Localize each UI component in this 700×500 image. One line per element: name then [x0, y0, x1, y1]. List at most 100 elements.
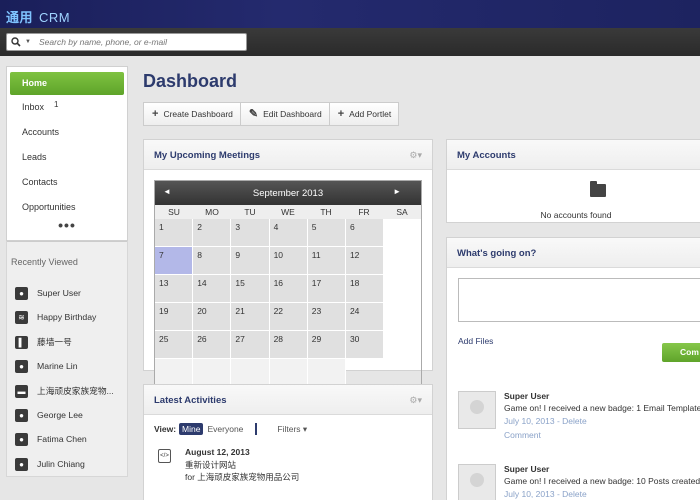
calendar-day[interactable]: 25 [155, 331, 194, 359]
calendar-day[interactable]: 26 [193, 331, 232, 359]
calendar-day[interactable]: 24 [345, 303, 385, 331]
user-icon: ● [15, 457, 28, 471]
view-mine-toggle[interactable]: Mine [179, 423, 204, 435]
nav-item-inbox[interactable]: Inbox 1 [7, 95, 127, 120]
calendar-month: September 2013 [252, 188, 324, 199]
inbox-count-badge: 1 [54, 100, 59, 109]
app-name: CRM [39, 10, 71, 25]
search-input[interactable] [39, 36, 239, 48]
portlet-title: Latest Activities [154, 395, 227, 406]
post-author[interactable]: Super User [504, 391, 549, 401]
calendar-day[interactable]: 6 [345, 219, 385, 247]
user-icon: ● [15, 433, 28, 447]
calendar-weekdays: SU MO TU WE TH FR SA [155, 205, 421, 219]
app-logo[interactable]: 通用 CRM [6, 7, 70, 26]
view-label: View: [154, 424, 177, 434]
post-date: July 10, 2013 [504, 416, 555, 426]
more-nav-icon[interactable]: ••• [7, 218, 127, 240]
gear-icon[interactable]: ⚙▾ [409, 150, 422, 161]
recently-viewed-title: Recently Viewed [7, 241, 127, 281]
post-author[interactable]: Super User [504, 464, 549, 474]
nav-item-accounts[interactable]: Accounts [7, 120, 127, 145]
calendar-day[interactable]: 8 [193, 247, 232, 275]
recent-item[interactable]: ▌ 藤墙一号 [7, 330, 127, 354]
gear-icon[interactable]: ⚙▾ [409, 395, 422, 406]
recent-item[interactable]: ● Julin Chiang [7, 452, 127, 476]
calendar-day[interactable]: 10 [269, 247, 308, 275]
sidebar: Home Inbox 1 Accounts Leads Contacts Opp… [6, 66, 128, 500]
calendar-day[interactable]: 19 [155, 303, 194, 331]
calendar-day[interactable]: 14 [193, 275, 232, 303]
calendar-day[interactable]: 21 [231, 303, 270, 331]
calendar-day[interactable]: 2 [193, 219, 232, 247]
calendar-day[interactable]: 28 [269, 331, 308, 359]
status-textarea[interactable] [458, 278, 700, 322]
portlet-header: What's going on? [447, 238, 700, 268]
plus-icon: + [152, 108, 159, 120]
layers-icon: ≋ [15, 311, 28, 325]
calendar-day[interactable]: 12 [345, 247, 385, 275]
avatar[interactable] [458, 391, 496, 429]
create-dashboard-button[interactable]: + Create Dashboard [143, 102, 241, 126]
calendar-day[interactable]: 17 [307, 275, 346, 303]
search-box[interactable]: ▼ [6, 33, 247, 51]
delete-link[interactable]: Delete [562, 416, 587, 426]
calendar-day[interactable]: 13 [155, 275, 194, 303]
upcoming-meetings-portlet: My Upcoming Meetings ⚙▾ ◄ September 2013… [143, 139, 433, 388]
post-meta: July 10, 2013 - Delete [504, 416, 587, 426]
calendar: ◄ September 2013 ► SU MO TU WE TH FR SA 123456… [154, 180, 422, 388]
portlet-header: Latest Activities ⚙▾ [144, 385, 432, 415]
filters-dropdown[interactable]: Filters ▾ [277, 424, 307, 435]
calendar-day[interactable]: 18 [345, 275, 385, 303]
recent-item[interactable]: ● Marine Lin [7, 354, 127, 378]
recent-item-label: Super User [37, 288, 81, 298]
search-scope-caret-icon[interactable]: ▼ [25, 39, 31, 45]
calendar-day[interactable]: 30 [345, 331, 385, 359]
nav-item-opportunities[interactable]: Opportunities [7, 195, 127, 220]
next-month-icon[interactable]: ► [393, 187, 401, 196]
nav-item-home[interactable]: Home [10, 72, 124, 95]
calendar-day[interactable]: 4 [269, 219, 308, 247]
recent-item[interactable]: ● Fatima Chen [7, 427, 127, 451]
view-everyone-toggle[interactable]: Everyone [207, 424, 243, 434]
calendar-day[interactable]: 29 [307, 331, 346, 359]
post-text: Game on! I received a new badge: 1 Email… [504, 403, 700, 413]
calendar-day[interactable]: 27 [231, 331, 270, 359]
calendar-day[interactable]: 16 [269, 275, 308, 303]
comment-button[interactable]: Com [662, 343, 700, 362]
recent-item[interactable]: ● George Lee [7, 403, 127, 427]
delete-link[interactable]: Delete [562, 489, 587, 499]
nav-item-leads[interactable]: Leads [7, 145, 127, 170]
recent-item-label: Happy Birthday [37, 312, 97, 323]
portlet-header: My Upcoming Meetings ⚙▾ [144, 140, 432, 170]
add-files-link[interactable]: Add Files [458, 336, 493, 346]
activity-view-filter: View: Mine Everyone Filters ▾ [154, 423, 307, 435]
recent-item-label: Julin Chiang [37, 458, 85, 469]
user-icon: ● [15, 360, 28, 374]
calendar-day[interactable]: 15 [231, 275, 270, 303]
button-label: Create Dashboard [163, 109, 233, 119]
divider [255, 423, 258, 435]
calendar-day[interactable]: 5 [307, 219, 346, 247]
calendar-day[interactable]: 3 [231, 219, 270, 247]
recent-item[interactable]: ≋ Happy Birthday [7, 305, 127, 329]
edit-dashboard-button[interactable]: ✎ Edit Dashboard [240, 102, 330, 126]
calendar-empty-cell [193, 359, 232, 387]
avatar[interactable] [458, 464, 496, 500]
recent-item[interactable]: ● Super User [7, 281, 127, 305]
calendar-day[interactable]: 11 [307, 247, 346, 275]
calendar-day[interactable]: 7 [155, 247, 194, 275]
dashboard-toolbar: + Create Dashboard ✎ Edit Dashboard + Add P… [143, 102, 400, 126]
comment-link[interactable]: Comment [504, 430, 541, 440]
calendar-day[interactable]: 9 [231, 247, 270, 275]
calendar-day[interactable]: 20 [193, 303, 232, 331]
add-portlet-button[interactable]: + Add Portlet [329, 102, 400, 126]
recent-item[interactable]: ▬ 上海顽皮家族宠物... [7, 379, 127, 403]
portlet-title: My Upcoming Meetings [154, 150, 261, 161]
calendar-day[interactable]: 23 [307, 303, 346, 331]
search-icon[interactable] [11, 37, 21, 47]
calendar-day[interactable]: 1 [155, 219, 194, 247]
calendar-day[interactable]: 22 [269, 303, 308, 331]
nav-item-contacts[interactable]: Contacts [7, 170, 127, 195]
latest-activities-portlet: Latest Activities ⚙▾ View: Mine Everyone… [143, 384, 433, 500]
